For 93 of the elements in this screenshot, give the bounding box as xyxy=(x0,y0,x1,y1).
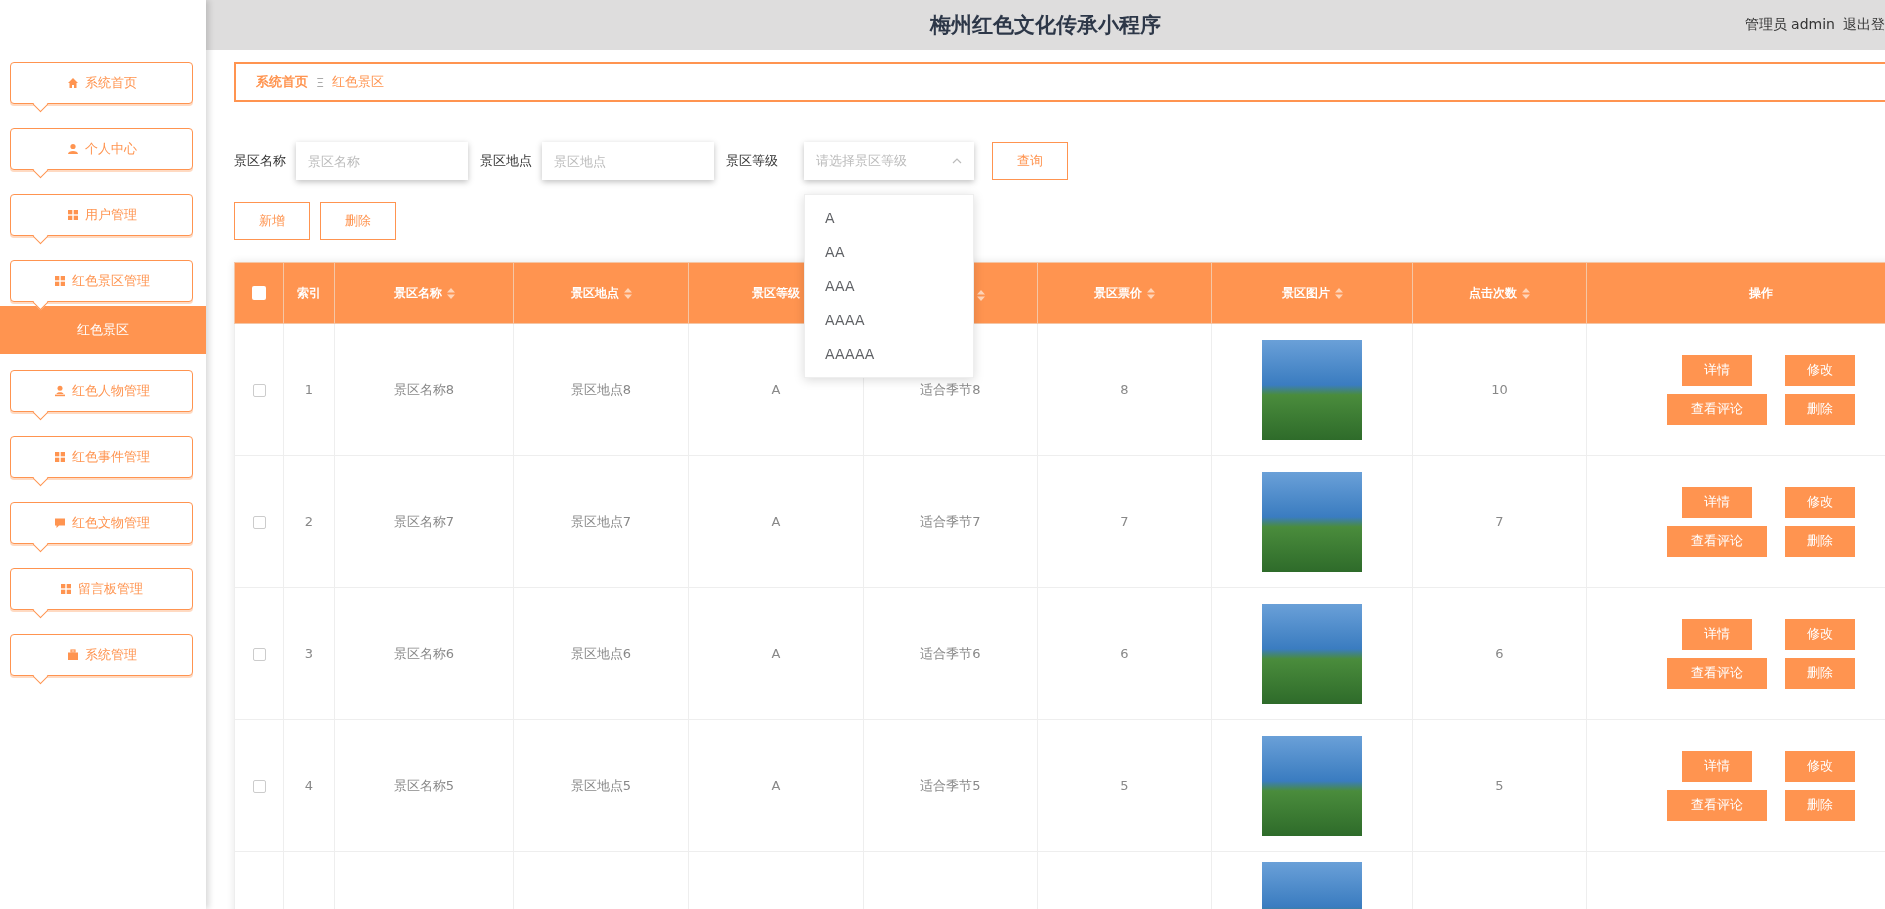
row-action-button[interactable]: 详情 xyxy=(1681,618,1752,650)
table-cell: 景区地点7 xyxy=(570,513,632,529)
row-action-button[interactable]: 详情 xyxy=(1681,354,1752,386)
table-cell: A xyxy=(771,778,781,793)
dropdown-option[interactable]: AAAAA xyxy=(805,337,973,371)
table-cell: 适合季节5 xyxy=(920,777,981,793)
logout-link[interactable]: 退出登 xyxy=(1843,16,1885,34)
table-cell: A xyxy=(771,646,781,661)
table-cell: 5 xyxy=(1120,778,1129,793)
table-cell: 3 xyxy=(304,646,314,661)
text-input-field[interactable]: 景区名称 xyxy=(296,142,468,180)
sort-icon[interactable] xyxy=(446,287,455,299)
row-checkbox[interactable] xyxy=(252,516,266,529)
table-cell: 1 xyxy=(304,382,314,397)
row-action-button[interactable]: 详情 xyxy=(1681,750,1752,782)
column-header[interactable]: 景区图片 xyxy=(1281,284,1330,302)
grid-icon xyxy=(60,583,72,595)
row-action-button[interactable]: 查看评论 xyxy=(1666,657,1767,689)
column-header[interactable]: 操作 xyxy=(1748,284,1773,302)
row-action-button[interactable]: 删除 xyxy=(1784,393,1855,425)
table-cell: 景区名称6 xyxy=(393,645,455,661)
table-cell: 10 xyxy=(1491,382,1508,397)
row-checkbox[interactable] xyxy=(252,780,266,793)
row-action-button[interactable]: 修改 xyxy=(1784,618,1855,650)
table-cell: 景区地点5 xyxy=(570,777,632,793)
sort-icon[interactable] xyxy=(1334,287,1343,299)
query-button[interactable]: 查询 xyxy=(992,142,1068,180)
row-action-button[interactable]: 详情 xyxy=(1681,486,1752,518)
column-header[interactable]: 景区等级 xyxy=(752,284,800,302)
table-cell: 适合季节8 xyxy=(920,381,981,397)
person-icon xyxy=(66,143,79,155)
action-button[interactable]: 新增 xyxy=(234,202,310,240)
breadcrumb-separator: Ξ xyxy=(316,74,325,90)
row-action-button[interactable]: 查看评论 xyxy=(1666,525,1767,557)
column-header[interactable]: 点击次数 xyxy=(1469,284,1517,302)
row-action-button[interactable]: 查看评论 xyxy=(1666,393,1767,425)
row-action-button[interactable]: 查看评论 xyxy=(1666,789,1767,821)
column-header[interactable]: 景区票价 xyxy=(1094,284,1142,302)
dropdown-option[interactable]: AAA xyxy=(805,269,973,303)
table-cell: 5 xyxy=(1495,778,1504,793)
caret-icon xyxy=(952,158,962,164)
row-action-button[interactable]: 删除 xyxy=(1784,525,1855,557)
sort-icon[interactable] xyxy=(977,290,985,302)
row-action-button[interactable]: 修改 xyxy=(1784,486,1855,518)
grid-icon xyxy=(66,209,79,221)
table-cell: 6 xyxy=(1120,646,1129,661)
field-label: 景区名称 xyxy=(234,152,286,170)
row-action-button[interactable]: 修改 xyxy=(1784,354,1855,386)
breadcrumb-link[interactable]: 红色景区 xyxy=(332,73,385,91)
dropdown-option[interactable]: AAAA xyxy=(805,303,973,337)
breadcrumb-link[interactable]: 系统首页 xyxy=(256,73,308,91)
table-cell: 适合季节7 xyxy=(920,513,981,529)
row-action-button[interactable]: 删除 xyxy=(1784,657,1855,689)
select-all-checkbox[interactable] xyxy=(252,286,266,301)
dropdown-option[interactable]: A xyxy=(805,201,973,235)
field-label: 景区地点 xyxy=(480,152,532,170)
table-cell: 7 xyxy=(1120,514,1129,529)
sidebar-submenu-item[interactable]: 红色景区 xyxy=(0,306,206,354)
sort-icon[interactable] xyxy=(1522,287,1530,299)
app-title: 梅州红色文化传承小程序 xyxy=(930,13,1161,37)
table-cell: 适合季节6 xyxy=(920,645,981,661)
table-cell: 景区名称7 xyxy=(393,513,455,529)
sort-icon[interactable] xyxy=(1147,287,1155,299)
text-input-field[interactable]: 景区地点 xyxy=(542,142,714,180)
action-button[interactable]: 删除 xyxy=(320,202,396,240)
row-checkbox[interactable] xyxy=(252,384,266,397)
dropdown-option[interactable]: AA xyxy=(805,235,973,269)
grid-icon xyxy=(53,451,66,463)
table-cell: 8 xyxy=(1120,382,1129,397)
table-cell: A xyxy=(771,382,781,397)
row-action-button[interactable]: 删除 xyxy=(1784,789,1855,821)
table-cell: 景区名称8 xyxy=(393,381,455,397)
briefcase-icon xyxy=(66,649,79,661)
row-action-button[interactable]: 修改 xyxy=(1784,750,1855,782)
table-cell: 4 xyxy=(304,778,314,793)
row-checkbox[interactable] xyxy=(252,648,266,661)
table-cell: A xyxy=(771,514,781,529)
column-header[interactable]: 景区名称 xyxy=(393,284,442,302)
table-cell: 7 xyxy=(1495,514,1504,529)
table-cell: 2 xyxy=(304,514,314,529)
chat-bubble-icon xyxy=(53,517,66,529)
table-cell: 景区地点8 xyxy=(570,381,632,397)
column-header[interactable]: 索引 xyxy=(297,284,321,302)
grid-icon xyxy=(53,275,66,287)
person-bust-icon xyxy=(53,385,66,397)
field-label: 景区等级 xyxy=(726,152,778,170)
admin-user-label: 管理员 admin xyxy=(1744,16,1835,34)
table-cell: 6 xyxy=(1495,646,1504,661)
table-cell: 景区地点6 xyxy=(570,645,632,661)
sort-icon[interactable] xyxy=(623,287,632,299)
home-icon xyxy=(66,77,79,89)
column-header[interactable]: 景区地点 xyxy=(570,284,619,302)
table-cell: 景区名称5 xyxy=(393,777,455,793)
